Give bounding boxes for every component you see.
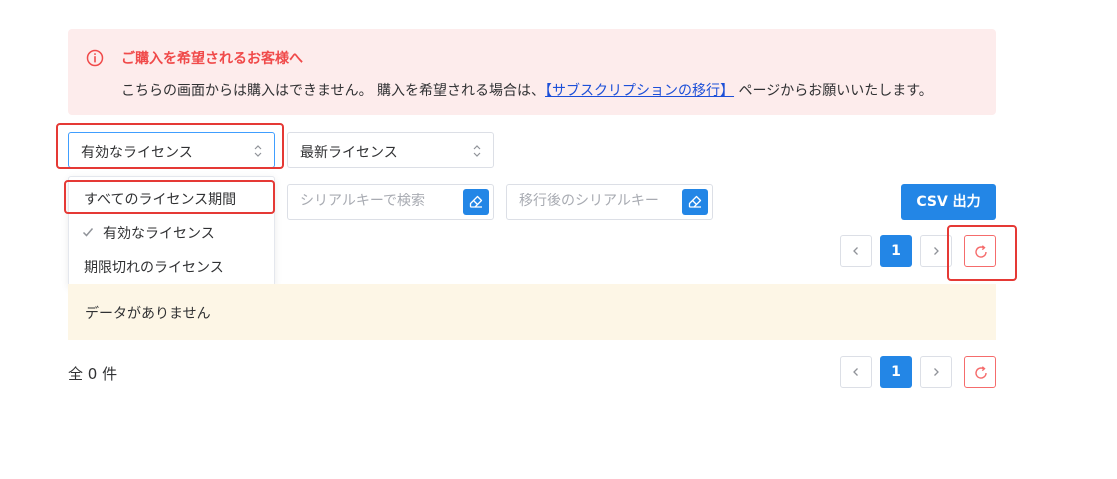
page-number-button-bottom[interactable]: 1 [880,356,912,388]
refresh-button[interactable] [964,235,996,267]
eraser-icon [688,195,702,208]
select-arrows-icon [254,145,262,157]
dropdown-option-label: 期限切れのライセンス [84,260,224,276]
alert-body-suffix: ページからお願いいたします。 [734,83,933,99]
prev-page-button[interactable] [840,235,872,267]
prev-page-button-bottom[interactable] [840,356,872,388]
info-circle-icon [86,49,104,67]
chevron-left-icon [853,247,858,255]
license-sort-value: 最新ライセンス [300,145,398,161]
alert-title: ご購入を希望されるお客様へ [121,51,303,67]
migrated-serial-key-clear-button[interactable] [682,189,708,215]
chevron-left-icon [853,368,858,376]
eraser-icon [469,195,483,208]
chevron-right-icon [934,368,939,376]
migrated-serial-key-input[interactable] [519,193,679,209]
alert-body: こちらの画面からは購入はできません。 購入を希望される場合は、【サブスクリプショ… [121,80,933,100]
subscription-migration-link[interactable]: 【サブスクリプションの移行】 [545,83,734,99]
check-icon [82,228,94,237]
next-page-button-bottom[interactable] [920,356,952,388]
chevron-right-icon [934,247,939,255]
migrated-serial-key-search [506,184,713,220]
refresh-icon [975,366,987,379]
refresh-icon [975,245,987,258]
next-page-button[interactable] [920,235,952,267]
dropdown-option-label: 有効なライセンス [103,226,215,242]
license-status-select[interactable]: 有効なライセンス [68,132,275,168]
total-count: 全 0 件 [68,365,118,383]
select-arrows-icon [473,145,481,157]
empty-table: データがありません [68,284,996,340]
alert-body-prefix: こちらの画面からは購入はできません。 購入を希望される場合は、 [121,83,546,99]
dropdown-option-expired[interactable]: 期限切れのライセンス [69,251,274,281]
csv-export-button[interactable]: CSV 出力 [901,184,996,220]
serial-key-input[interactable] [300,193,460,209]
serial-key-search [287,184,494,220]
dropdown-option-all[interactable]: すべてのライセンス期間 [69,183,274,213]
page-number-button[interactable]: 1 [880,235,912,267]
license-status-dropdown: すべてのライセンス期間 有効なライセンス 期限切れのライセンス [68,176,275,287]
dropdown-option-label: すべてのライセンス期間 [84,192,237,208]
dropdown-option-valid[interactable]: 有効なライセンス [69,217,274,247]
license-status-value: 有効なライセンス [81,145,193,161]
license-sort-select[interactable]: 最新ライセンス [287,132,494,168]
empty-message: データがありません [85,306,211,322]
purchase-alert: ご購入を希望されるお客様へ こちらの画面からは購入はできません。 購入を希望され… [68,29,996,115]
refresh-button-bottom[interactable] [964,356,996,388]
serial-key-clear-button[interactable] [463,189,489,215]
